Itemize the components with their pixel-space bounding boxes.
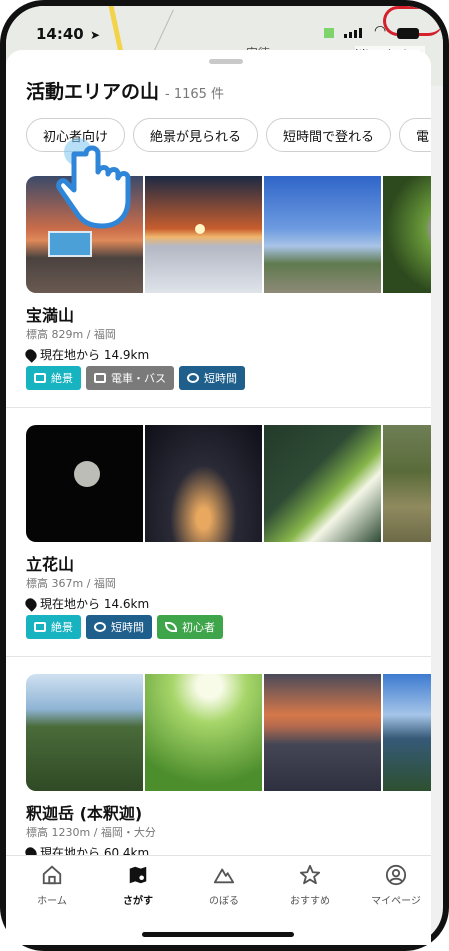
sheet-grabber[interactable] — [209, 59, 243, 64]
mountain-photo — [145, 425, 262, 542]
home-icon — [42, 865, 62, 885]
distance-text: 現在地から 60.4km — [40, 846, 150, 855]
mountain-photo — [145, 674, 262, 791]
home-indicator — [142, 932, 294, 937]
tab-climb[interactable]: のぼる — [184, 864, 264, 907]
mountain-photo — [383, 176, 431, 293]
tab-label: のぼる — [209, 896, 239, 907]
filter-chip-view[interactable]: 絶景が見られる — [133, 118, 259, 152]
distance-text: 現在地から 14.9km — [40, 348, 150, 362]
mountain-meta: 標高 1230m / 福岡・大分 — [26, 826, 156, 839]
tab-label: マイページ — [371, 896, 421, 907]
tab-mypage[interactable]: マイページ — [356, 864, 436, 907]
signal-icon — [344, 28, 362, 38]
mountain-name: 立花山 — [26, 555, 75, 574]
battery-icon — [397, 28, 419, 39]
filter-chip-short[interactable]: 短時間で登れる — [266, 118, 392, 152]
tag-row: 絶景 電車・バス 短時間 — [26, 366, 245, 390]
divider — [6, 407, 431, 408]
tab-search[interactable]: さがす — [98, 864, 178, 907]
tag-transit: 電車・バス — [86, 366, 174, 390]
tab-label: おすすめ — [290, 896, 330, 907]
user-circle-icon — [385, 864, 407, 886]
mountain-icon — [213, 868, 235, 884]
mountain-name: 宝満山 — [26, 306, 75, 325]
distance-row: 現在地から 14.9km — [23, 346, 150, 363]
pin-icon — [23, 595, 39, 612]
sprout-icon — [165, 622, 177, 632]
pin-icon — [23, 844, 39, 855]
tag-view: 絶景 — [26, 615, 81, 639]
bus-icon — [94, 373, 106, 383]
wifi-icon: ◠ — [374, 23, 387, 39]
mountain-photo — [26, 425, 143, 542]
tag-view: 絶景 — [26, 366, 81, 390]
sheet-header: 活動エリアの山 - 1165 件 — [26, 77, 224, 104]
divider — [6, 656, 431, 657]
mountain-photo — [145, 176, 262, 293]
result-count: - 1165 件 — [165, 87, 225, 102]
mountain-photo — [383, 425, 431, 542]
mountain-meta: 標高 829m / 福岡 — [26, 328, 116, 341]
camera-icon — [34, 373, 46, 383]
mountain-photo — [26, 674, 143, 791]
mountain-name: 釈迦岳 (本釈迦) — [26, 804, 143, 823]
tab-home[interactable]: ホーム — [12, 864, 92, 907]
tab-label: ホーム — [37, 896, 67, 907]
map-search-icon — [129, 866, 147, 884]
mountain-photo — [383, 674, 431, 791]
star-icon — [299, 864, 321, 885]
tab-recommend[interactable]: おすすめ — [270, 864, 350, 907]
location-arrow-icon: ➤ — [90, 28, 101, 42]
photo-strip[interactable] — [26, 674, 431, 791]
tag-row: 絶景 短時間 初心者 — [26, 615, 223, 639]
status-bar: 14:40 ➤ ◠ — [6, 6, 443, 50]
timer-icon — [187, 373, 199, 383]
distance-row: 現在地から 60.4km — [23, 844, 150, 855]
distance-row: 現在地から 14.6km — [23, 595, 150, 612]
distance-text: 現在地から 14.6km — [40, 597, 150, 611]
tab-label: さがす — [123, 896, 153, 907]
tag-short: 短時間 — [179, 366, 245, 390]
tag-short: 短時間 — [86, 615, 152, 639]
timer-icon — [94, 622, 106, 632]
pin-icon — [23, 346, 39, 363]
mountain-photo — [264, 425, 381, 542]
mountain-photo — [264, 674, 381, 791]
pointing-hand-icon — [56, 138, 131, 229]
status-time: 14:40 — [36, 25, 84, 43]
camera-icon — [34, 622, 46, 632]
tag-beginner: 初心者 — [157, 615, 223, 639]
mountain-meta: 標高 367m / 福岡 — [26, 577, 116, 590]
mountain-photo — [264, 176, 381, 293]
page-title: 活動エリアの山 — [26, 81, 160, 103]
filter-chip-train[interactable]: 電 — [399, 118, 431, 152]
photo-strip[interactable] — [26, 425, 431, 542]
